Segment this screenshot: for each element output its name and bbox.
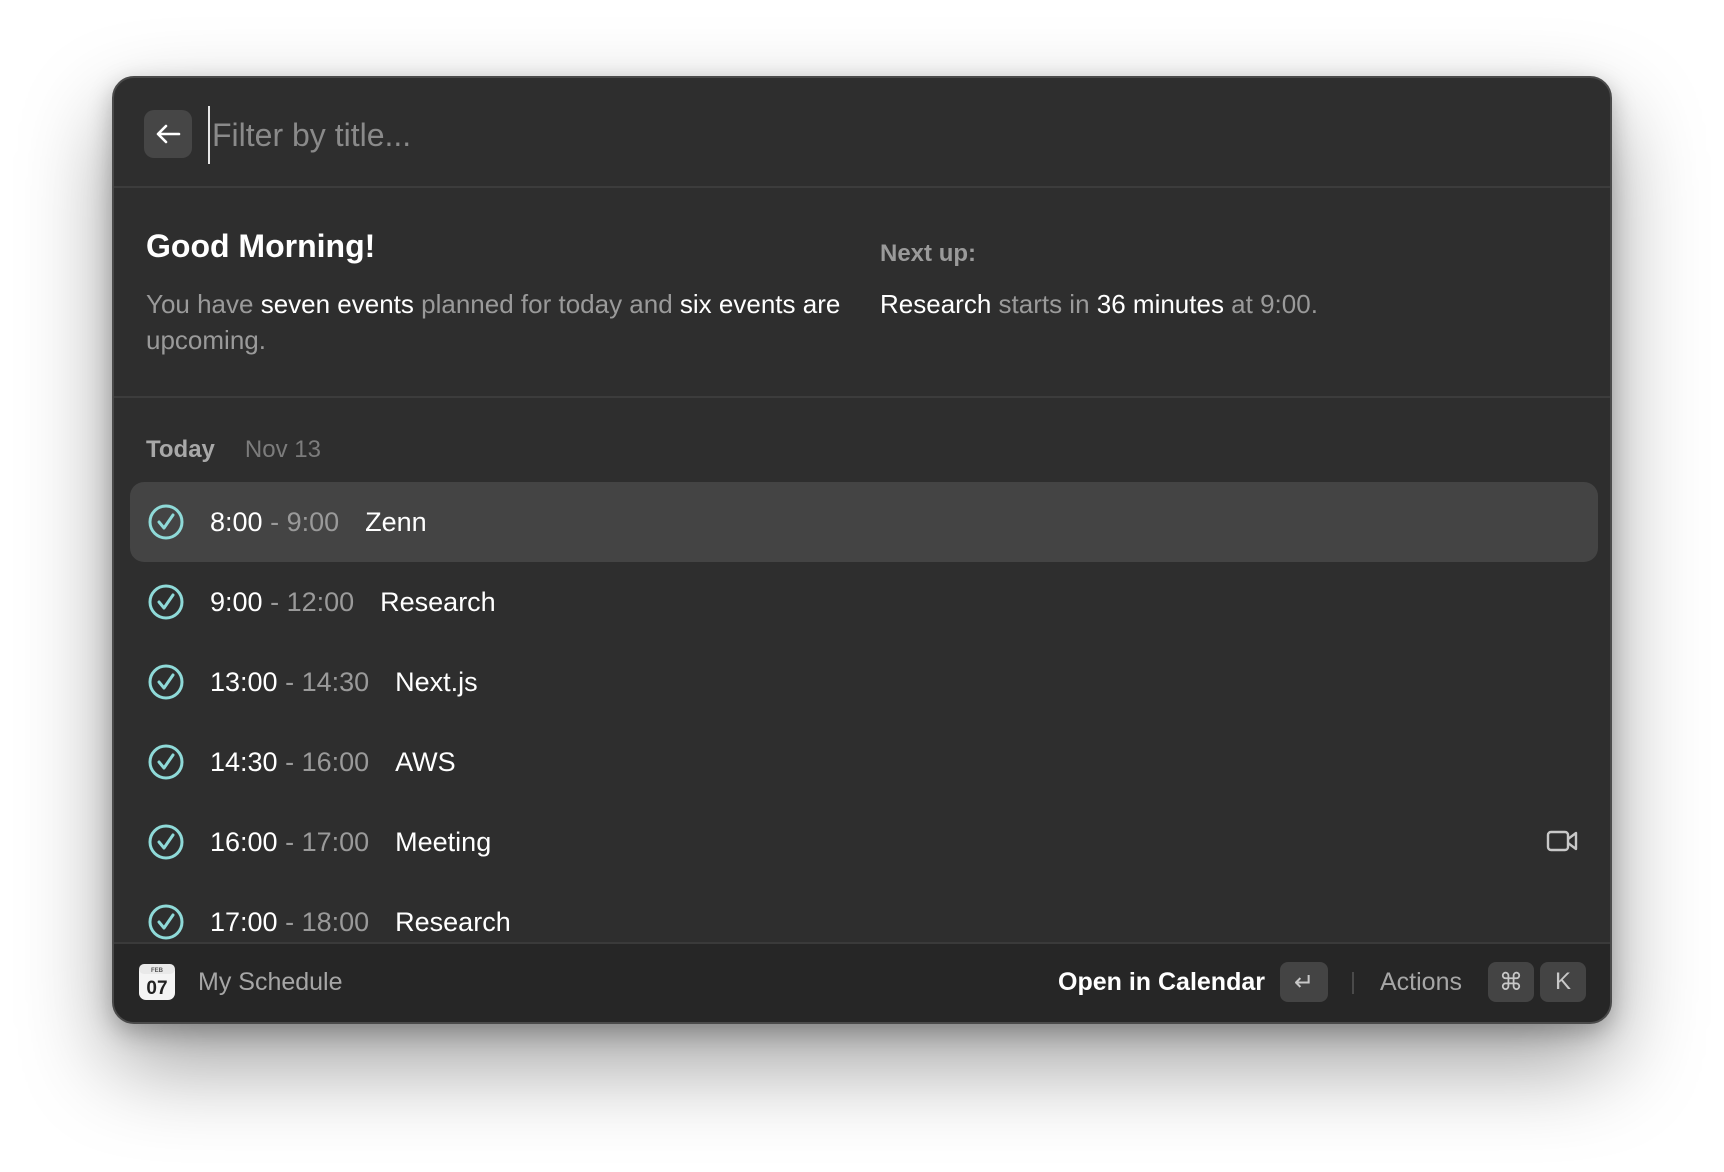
event-start: 16:00 — [210, 826, 278, 857]
event-time: 17:00 - 18:00 — [210, 907, 369, 938]
event-row[interactable]: 13:00 - 14:30 Next.js — [130, 642, 1598, 722]
checkmark-circle-icon — [146, 502, 186, 542]
summary-text: planned for today and — [413, 289, 680, 319]
checkmark-circle-icon — [146, 822, 186, 862]
event-time: 8:00 - 9:00 — [210, 507, 339, 538]
event-end: 18:00 — [301, 906, 370, 937]
video-camera-icon — [1546, 830, 1578, 852]
actions-button[interactable]: Actions — [1380, 968, 1462, 997]
event-end: 14:30 — [301, 666, 370, 697]
checkmark-circle-icon — [146, 742, 186, 782]
summary-text: You have — [146, 289, 261, 319]
greeting-summary: You have seven events planned for today … — [146, 286, 866, 358]
event-time-separator: - — [262, 506, 287, 537]
event-row[interactable]: 8:00 - 9:00 Zenn — [130, 482, 1598, 562]
section-date: Nov 13 — [244, 436, 321, 463]
event-title: Research — [380, 586, 496, 617]
highlight-text: 36 minutes — [1096, 289, 1224, 319]
event-start: 9:00 — [210, 586, 263, 617]
section-header: Today Nov 13 — [146, 436, 321, 464]
calendar-icon-day: 07 — [146, 978, 167, 999]
event-title: Research — [395, 906, 511, 937]
k-key-hint[interactable]: K — [1540, 962, 1586, 1002]
event-time-separator: - — [277, 906, 302, 937]
enter-key-hint[interactable]: ↵ — [1280, 962, 1328, 1002]
command-key-hint[interactable]: ⌘ — [1488, 962, 1534, 1002]
schedule-window: Good Morning! You have seven events plan… — [112, 76, 1612, 1024]
event-time-separator: - — [277, 746, 302, 777]
event-end: 9:00 — [286, 506, 340, 537]
highlight-text: seven events — [260, 289, 414, 319]
event-title: AWS — [395, 746, 456, 777]
event-title: Zenn — [365, 506, 427, 537]
greeting-title: Good Morning! — [146, 228, 376, 264]
event-end: 17:00 — [301, 826, 370, 857]
summary-text: upcoming. — [146, 325, 266, 355]
open-in-calendar-button[interactable]: Open in Calendar — [1058, 968, 1265, 997]
footer-divider — [1352, 972, 1354, 994]
section-label: Today — [146, 436, 215, 463]
event-end: 16:00 — [301, 746, 370, 777]
checkmark-circle-icon — [146, 902, 186, 942]
event-start: 13:00 — [210, 666, 278, 697]
event-time-separator: - — [277, 826, 302, 857]
next-up-summary: Research starts in 36 minutes at 9:00. — [880, 286, 1318, 322]
highlight-text: Research — [880, 289, 992, 319]
calendar-icon-month: FEB — [151, 968, 164, 974]
event-start: 8:00 — [210, 506, 263, 537]
checkmark-circle-icon — [146, 582, 186, 622]
event-title: Next.js — [395, 666, 478, 697]
event-time: 9:00 - 12:00 — [210, 587, 354, 618]
next-up-label: Next up: — [880, 240, 976, 267]
event-start: 17:00 — [210, 906, 278, 937]
summary-text: at 9:00. — [1223, 289, 1318, 319]
back-button[interactable] — [144, 110, 192, 158]
footer-bar: FEB 07 My Schedule Open in Calendar ↵ Ac… — [114, 942, 1610, 1022]
event-time-separator: - — [277, 666, 302, 697]
event-row[interactable]: 16:00 - 17:00 Meeting — [130, 802, 1598, 882]
event-list: 8:00 - 9:00 Zenn 9:00 - 12:00 Research 13:00… — [130, 482, 1598, 962]
calendar-app-icon: FEB 07 — [139, 964, 175, 1000]
search-bar — [114, 78, 1610, 188]
checkmark-circle-icon — [146, 662, 186, 702]
event-end: 12:00 — [286, 586, 355, 617]
event-start: 14:30 — [210, 746, 278, 777]
highlight-text: six events are — [679, 289, 841, 319]
event-time-separator: - — [262, 586, 287, 617]
event-title: Meeting — [395, 826, 492, 857]
event-time: 16:00 - 17:00 — [210, 827, 369, 858]
event-time: 13:00 - 14:30 — [210, 667, 369, 698]
greeting-panel: Good Morning! You have seven events plan… — [114, 188, 1610, 398]
event-row[interactable]: 14:30 - 16:00 AWS — [130, 722, 1598, 802]
summary-text: starts in — [991, 289, 1097, 319]
arrow-left-icon — [156, 124, 181, 144]
event-row[interactable]: 9:00 - 12:00 Research — [130, 562, 1598, 642]
event-time: 14:30 - 16:00 — [210, 747, 369, 778]
footer-title: My Schedule — [198, 968, 343, 996]
search-input[interactable] — [208, 106, 1574, 164]
